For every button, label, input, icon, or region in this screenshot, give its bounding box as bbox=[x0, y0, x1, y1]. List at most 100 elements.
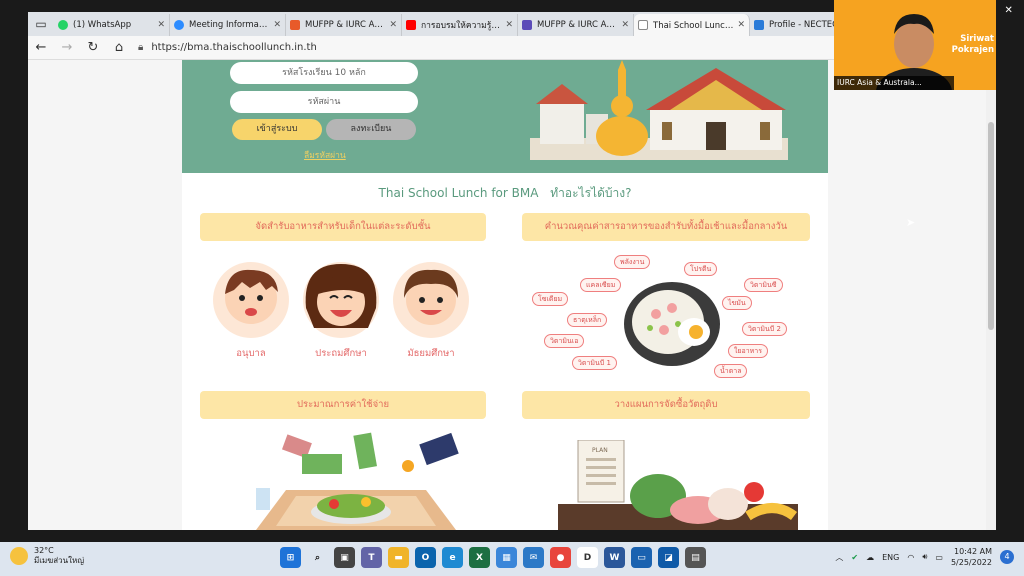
close-icon[interactable]: ✕ bbox=[157, 20, 165, 30]
start-icon[interactable]: ⊞ bbox=[280, 547, 301, 568]
nutrient-sodium: โซเดียม bbox=[532, 292, 569, 306]
login-button[interactable]: เข้าสู่ระบบ bbox=[232, 119, 322, 140]
nutrient-sugar: น้ำตาล bbox=[714, 364, 748, 378]
headline-thai: ทำอะไรได้บ้าง? bbox=[550, 186, 632, 200]
weather-icon bbox=[10, 547, 28, 565]
file-explorer-icon[interactable]: ▬ bbox=[388, 547, 409, 568]
temple-illustration bbox=[530, 60, 788, 160]
tab-mufpp-2[interactable]: MUFPP & IURC Asia F ✕ bbox=[518, 14, 634, 36]
password-input[interactable]: รหัสผ่าน bbox=[230, 91, 418, 113]
tab-meeting-information[interactable]: Meeting Information ✕ bbox=[170, 14, 286, 36]
dell-icon[interactable]: D bbox=[577, 547, 598, 568]
forgot-password-link[interactable]: ลืมรหัสผ่าน bbox=[304, 148, 346, 162]
plan-section-title: วางแผนการจัดซื้อวัตถุดิบ bbox=[522, 391, 810, 419]
page-scrollbar[interactable] bbox=[986, 60, 996, 530]
close-window-icon[interactable]: ✕ bbox=[1004, 5, 1012, 16]
nutrient-vitamin-c: วิตามินซี bbox=[744, 278, 783, 292]
close-icon[interactable]: ✕ bbox=[621, 20, 629, 30]
teams-icon[interactable]: T bbox=[361, 547, 382, 568]
volume-icon[interactable]: 🔊︎ bbox=[922, 552, 927, 562]
nutrient-section-title: คำนวณคุณค่าสารอาหารของสำรับทั้งมื้อเช้าแ… bbox=[522, 213, 810, 241]
excel-icon[interactable]: X bbox=[469, 547, 490, 568]
remote-desktop-icon[interactable]: ▭ bbox=[631, 547, 652, 568]
youtube-icon bbox=[406, 20, 416, 30]
page-viewport: รหัสโรงเรียน 10 หลัก รหัสผ่าน เข้าสู่ระบ… bbox=[28, 60, 996, 530]
cloud-icon[interactable]: ☁ bbox=[866, 553, 874, 562]
desktop-screen: ▭ (1) WhatsApp ✕ Meeting Information ✕ M… bbox=[0, 0, 1024, 576]
nutrient-fat: ไขมัน bbox=[722, 296, 752, 310]
forward-icon[interactable]: → bbox=[54, 40, 80, 55]
shield-icon[interactable]: ✔ bbox=[851, 553, 858, 562]
speaker-name: Siriwat Pokrajen bbox=[951, 34, 994, 55]
word-icon[interactable]: W bbox=[604, 547, 625, 568]
register-button[interactable]: ลงทะเบียน bbox=[326, 119, 416, 140]
scrollbar-thumb[interactable] bbox=[988, 122, 994, 330]
language-indicator[interactable]: ENG bbox=[882, 553, 899, 562]
url-input[interactable]: 🔒︎ https://bma.thaischoollunch.in.th bbox=[138, 39, 778, 57]
edge-icon[interactable]: e bbox=[442, 547, 463, 568]
plan-illustration: PLAN bbox=[558, 440, 798, 530]
close-icon[interactable]: ✕ bbox=[737, 20, 745, 30]
school-code-input[interactable]: รหัสโรงเรียน 10 หลัก bbox=[230, 62, 418, 84]
chevron-up-icon[interactable]: ︿ bbox=[835, 552, 843, 563]
store-icon[interactable]: ▦ bbox=[496, 547, 517, 568]
clock[interactable]: 10:42 AM 5/25/2022 bbox=[951, 546, 992, 568]
whatsapp-icon bbox=[58, 20, 68, 30]
tab-whatsapp[interactable]: (1) WhatsApp ✕ bbox=[54, 14, 170, 36]
back-icon[interactable]: ← bbox=[28, 40, 54, 55]
kid-label-secondary: มัธยมศึกษา bbox=[407, 348, 455, 359]
cost-illustration bbox=[256, 432, 459, 530]
tab-title: MUFPP & IURC Asia F bbox=[305, 20, 387, 30]
page-icon bbox=[638, 20, 648, 30]
home-icon[interactable]: ⌂ bbox=[106, 40, 132, 55]
close-icon[interactable]: ✕ bbox=[505, 20, 513, 30]
system-tray: ︿ ✔ ☁ ENG ◠ 🔊︎ ▭ 10:42 AM 5/25/2022 4 bbox=[835, 546, 1014, 568]
outlook-icon[interactable]: O bbox=[415, 547, 436, 568]
weather-widget[interactable]: 32°C มีเมฆส่วนใหญ่ bbox=[10, 546, 84, 566]
task-view-icon[interactable]: ▣ bbox=[334, 547, 355, 568]
tab-title: Thai School Lunch สำห bbox=[653, 21, 734, 31]
plan-sheet-label: PLAN bbox=[592, 447, 608, 454]
nutrient-iron: ธาตุเหล็ก bbox=[567, 313, 608, 327]
clock-time: 10:42 AM bbox=[954, 547, 992, 556]
mail-icon[interactable]: ✉ bbox=[523, 547, 544, 568]
nutrient-fiber: ใยอาหาร bbox=[728, 344, 768, 358]
video-call-overlay[interactable]: Siriwat Pokrajen IURC Asia & Australa... bbox=[834, 0, 996, 90]
calculator-icon[interactable]: ▤ bbox=[685, 547, 706, 568]
tab-youtube[interactable]: การอบรมให้ความรู้เกี่ยวกั ✕ bbox=[402, 14, 518, 36]
taskbar-apps: ⊞ ⌕ ▣ T ▬ O e X ▦ ✉ ● D W ▭ ◪ ▤ bbox=[280, 547, 706, 568]
page-headline: Thai School Lunch for BMA ทำอะไรได้บ้าง? bbox=[182, 184, 828, 203]
hero-banner: รหัสโรงเรียน 10 หลัก รหัสผ่าน เข้าสู่ระบ… bbox=[182, 60, 828, 173]
tab-title: MUFPP & IURC Asia F bbox=[537, 20, 619, 30]
battery-icon[interactable]: ▭ bbox=[935, 553, 943, 562]
rice-plate-illustration bbox=[624, 282, 720, 366]
close-icon[interactable]: ✕ bbox=[389, 20, 397, 30]
wifi-icon[interactable]: ◠ bbox=[907, 553, 914, 562]
notification-badge[interactable]: 4 bbox=[1000, 550, 1014, 564]
taskbar: 32°C มีเมฆส่วนใหญ่ ⊞ ⌕ ▣ T ▬ O e X ▦ ✉ ●… bbox=[0, 542, 1024, 576]
tab-title: (1) WhatsApp bbox=[73, 20, 132, 30]
nutrient-vitamin-b1: วิตามินบี 1 bbox=[572, 356, 617, 370]
site-icon bbox=[290, 20, 300, 30]
nutrient-calcium: แคลเซียม bbox=[580, 278, 622, 292]
nutrient-energy: พลังงาน bbox=[614, 255, 651, 269]
kid-label-primary: ประถมศึกษา bbox=[315, 348, 367, 359]
chrome-icon[interactable]: ● bbox=[550, 547, 571, 568]
photos-icon[interactable]: ◪ bbox=[658, 547, 679, 568]
refresh-icon[interactable]: ↻ bbox=[80, 40, 106, 55]
tab-mufpp-1[interactable]: MUFPP & IURC Asia F ✕ bbox=[286, 14, 402, 36]
weather-text: มีเมฆส่วนใหญ่ bbox=[34, 556, 85, 565]
site-icon bbox=[522, 20, 532, 30]
zoom-icon bbox=[174, 20, 184, 30]
tab-title: Meeting Information bbox=[189, 20, 271, 30]
headline-english: Thai School Lunch for BMA bbox=[378, 186, 539, 200]
tab-thai-school-lunch[interactable]: Thai School Lunch สำห ✕ bbox=[634, 14, 750, 36]
search-icon[interactable]: ⌕ bbox=[307, 547, 328, 568]
nutrient-vitamin-b2: วิตามินบี 2 bbox=[742, 322, 787, 336]
lock-icon[interactable]: 🔒︎ bbox=[138, 42, 143, 53]
workspaces-icon[interactable]: ▭ bbox=[28, 12, 54, 36]
close-icon[interactable]: ✕ bbox=[273, 20, 281, 30]
tab-title: การอบรมให้ความรู้เกี่ยวกั bbox=[421, 21, 502, 31]
url-text: https://bma.thaischoollunch.in.th bbox=[151, 42, 317, 53]
mouse-cursor-icon: ➤ bbox=[906, 216, 916, 229]
